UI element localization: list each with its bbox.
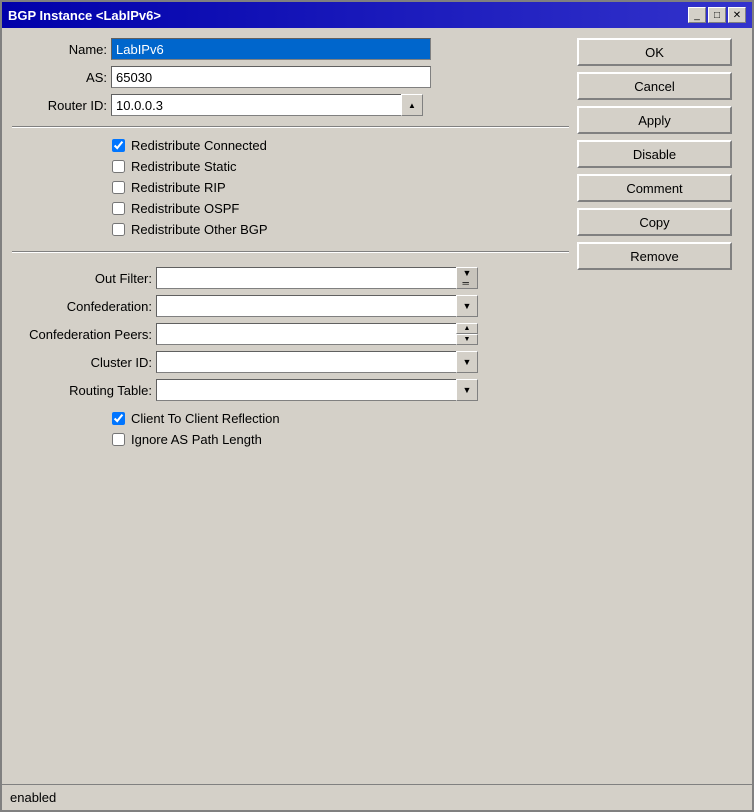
left-panel: Name: AS: Router ID: ▲ [12,38,569,774]
divider-2 [12,251,569,253]
confederation-input[interactable] [156,295,456,317]
redistribute-other-bgp-label: Redistribute Other BGP [131,222,268,237]
router-id-field-group: ▲ [111,94,423,116]
window-title: BGP Instance <LabIPv6> [8,8,161,23]
checkbox-redistribute-other-bgp: Redistribute Other BGP [12,222,569,237]
as-input[interactable] [111,66,431,88]
confederation-peers-up-button[interactable]: ▲ [456,323,478,334]
confederation-dropdown-button[interactable]: ▼ [456,295,478,317]
filter-section: Out Filter: ▼═ Confederation: ▼ Confeder… [12,267,569,401]
routing-table-dropdown-button[interactable]: ▼ [456,379,478,401]
router-id-spin-button[interactable]: ▲ [401,94,423,116]
redistribute-rip-checkbox[interactable] [112,181,125,194]
redistribute-other-bgp-checkbox[interactable] [112,223,125,236]
redistribute-connected-label: Redistribute Connected [131,138,267,153]
cluster-id-input[interactable] [156,351,456,373]
out-filter-label: Out Filter: [12,271,152,286]
confederation-label: Confederation: [12,299,152,314]
redistribute-connected-checkbox[interactable] [112,139,125,152]
confederation-peers-input[interactable] [156,323,456,345]
out-filter-dropdown-button[interactable]: ▼═ [456,267,478,289]
as-label: AS: [12,70,107,85]
name-label: Name: [12,42,107,57]
apply-button[interactable]: Apply [577,106,732,134]
redistribute-rip-label: Redistribute RIP [131,180,226,195]
copy-button[interactable]: Copy [577,208,732,236]
cluster-id-label: Cluster ID: [12,355,152,370]
checkbox-client-reflection: Client To Client Reflection [12,411,569,426]
main-window: BGP Instance <LabIPv6> _ □ ✕ Name: AS: [0,0,754,812]
out-filter-input[interactable] [156,267,456,289]
redistribute-static-label: Redistribute Static [131,159,237,174]
out-filter-row: Out Filter: ▼═ [12,267,569,289]
router-id-row: Router ID: ▲ [12,94,569,116]
maximize-button[interactable]: □ [708,7,726,23]
routing-table-row: Routing Table: ▼ [12,379,569,401]
confederation-peers-row: Confederation Peers: ▲ ▼ [12,323,569,345]
checkbox-redistribute-static: Redistribute Static [12,159,569,174]
comment-button[interactable]: Comment [577,174,732,202]
right-panel: OK Cancel Apply Disable Comment Copy Rem… [577,38,742,774]
checkbox-redistribute-ospf: Redistribute OSPF [12,201,569,216]
status-bar: enabled [2,784,752,810]
cluster-id-dropdown-button[interactable]: ▼ [456,351,478,373]
confederation-row: Confederation: ▼ [12,295,569,317]
main-area: Name: AS: Router ID: ▲ [12,38,742,774]
router-id-label: Router ID: [12,98,107,113]
routing-table-input[interactable] [156,379,456,401]
as-row: AS: [12,66,569,88]
name-row: Name: [12,38,569,60]
routing-table-label: Routing Table: [12,383,152,398]
title-bar: BGP Instance <LabIPv6> _ □ ✕ [2,2,752,28]
cancel-button[interactable]: Cancel [577,72,732,100]
remove-button[interactable]: Remove [577,242,732,270]
cluster-id-row: Cluster ID: ▼ [12,351,569,373]
ignore-as-path-length-label: Ignore AS Path Length [131,432,262,447]
ok-button[interactable]: OK [577,38,732,66]
title-bar-buttons: _ □ ✕ [688,7,746,23]
content-area: Name: AS: Router ID: ▲ [2,28,752,784]
minimize-button[interactable]: _ [688,7,706,23]
ignore-as-path-length-checkbox[interactable] [112,433,125,446]
client-to-client-reflection-label: Client To Client Reflection [131,411,280,426]
client-to-client-reflection-checkbox[interactable] [112,412,125,425]
checkbox-redistribute-rip: Redistribute RIP [12,180,569,195]
router-id-input[interactable] [111,94,401,116]
disable-button[interactable]: Disable [577,140,732,168]
redistribute-static-checkbox[interactable] [112,160,125,173]
checkbox-redistribute-connected: Redistribute Connected [12,138,569,153]
name-input[interactable] [111,38,431,60]
redistribute-ospf-label: Redistribute OSPF [131,201,239,216]
checkbox-ignore-as-path: Ignore AS Path Length [12,432,569,447]
confederation-peers-down-button[interactable]: ▼ [456,334,478,345]
status-text: enabled [10,790,56,805]
close-button[interactable]: ✕ [728,7,746,23]
confederation-peers-spin: ▲ ▼ [456,323,478,345]
redistribute-ospf-checkbox[interactable] [112,202,125,215]
confederation-peers-label: Confederation Peers: [12,327,152,342]
divider-1 [12,126,569,128]
